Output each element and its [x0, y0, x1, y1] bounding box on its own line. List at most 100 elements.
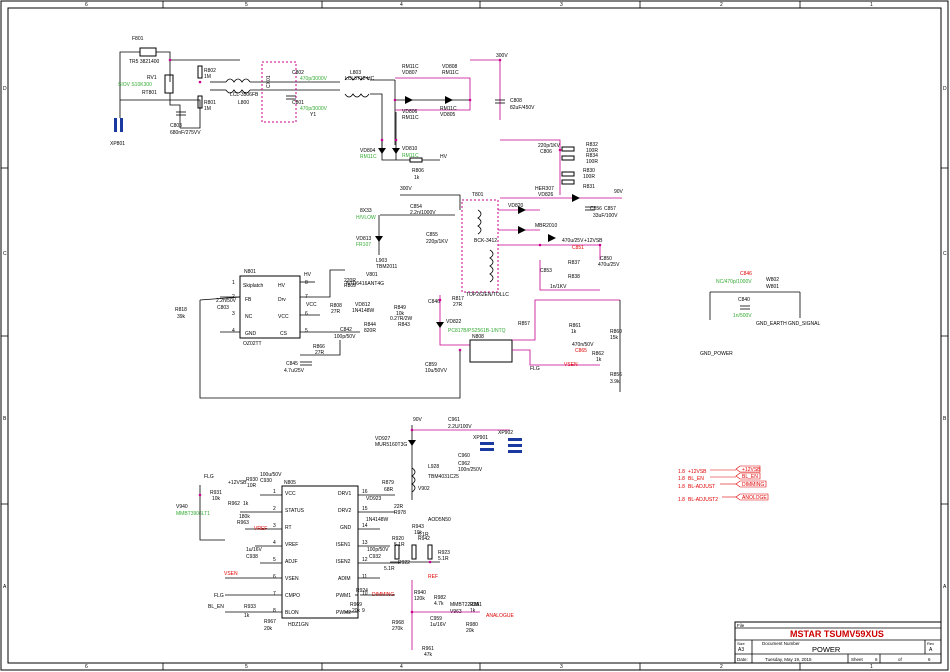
c802-val: 470p/3000V: [300, 76, 328, 82]
schematic-sheet: 6 5 4 3 2 1 6 5 4 3 2 1 D C B A D C B A …: [0, 0, 949, 671]
flg-label: FLG: [530, 366, 540, 372]
r879-ref: R879: [382, 480, 394, 486]
v300b-label: 300V: [400, 186, 412, 192]
resistor-symbol: [427, 544, 433, 560]
connector-pin: [508, 444, 522, 447]
col-label: 1: [870, 664, 873, 670]
c865-ref: C865: [575, 348, 587, 354]
r963-ref: R963: [237, 520, 249, 526]
mbr-part: MBR2010: [535, 223, 557, 229]
c803-val: 680nF/275VV: [170, 130, 201, 136]
sheet-total: 6: [928, 657, 931, 662]
size-label: Size: [737, 641, 746, 646]
vd804-part: RM11C: [360, 154, 377, 160]
gnd-signal-label: GND_SIGNAL: [788, 321, 820, 327]
c855-val: 220p/1KV: [426, 239, 449, 245]
pin-label: ADIM: [338, 576, 351, 582]
pin-label: PWM2: [336, 610, 351, 616]
r978-val: 22R: [394, 504, 404, 510]
vd807-ref: VD807: [402, 70, 418, 76]
diode-symbol: [378, 148, 386, 154]
bck-part: BCK-3412: [474, 238, 497, 244]
r802-val: 1M: [204, 74, 211, 80]
pin-number: 5: [273, 557, 276, 563]
r861-val: 1k: [571, 329, 577, 335]
r962-ref: R962: [228, 501, 240, 507]
c808-val: 82uF/450V: [510, 105, 535, 111]
doc-label: Document Number: [762, 641, 800, 646]
r969-val: 20k: [352, 608, 361, 614]
pin-number: 11: [362, 574, 367, 580]
varistor-part: SIOV S10K300: [118, 82, 152, 88]
resistor-symbol: [561, 171, 575, 177]
analogue-label: ANALOGUE: [486, 613, 514, 619]
r818-ref: R818: [175, 307, 187, 313]
opto-part: PC817B/PS2561B-1/NTQ: [448, 328, 506, 334]
diode-symbol: [436, 322, 444, 328]
date-label: Date:: [737, 657, 748, 662]
fuse-part: TR5 3821400: [129, 59, 160, 65]
pin-number: 1: [232, 280, 235, 286]
c808-ref: C808: [510, 98, 522, 104]
r930-val: 10R: [247, 483, 257, 489]
cx-group-box: [261, 61, 297, 123]
v300-label: 300V: [496, 53, 508, 59]
r801-val: 1M: [204, 106, 211, 112]
connector-pin: [480, 442, 494, 445]
v902-ref: V902: [418, 486, 430, 492]
n801-part: OZ02TT: [243, 341, 262, 347]
c938-ref: C938: [246, 554, 258, 560]
vd822-ref: VD822: [446, 319, 462, 325]
io-pin: 1.8: [678, 476, 685, 482]
r843-ref: R843: [398, 322, 410, 328]
rev-value: A: [929, 647, 933, 653]
pin-number: 8: [305, 280, 308, 286]
pin-label: GND: [245, 331, 257, 337]
vd805-ref: VD805: [440, 112, 456, 118]
pin-label: RT: [285, 525, 292, 531]
n805-right-pins: DRV1 DRV2 GND ISEN1 ISEN2 ADIM PWM1 PWM2…: [336, 489, 368, 616]
vsen-label: VSEN: [564, 362, 578, 368]
vref-label: VREF: [254, 526, 267, 532]
c960-ref: C960: [458, 453, 470, 459]
r830-val: 100R: [583, 174, 595, 180]
c853-val: 1n/1KV: [550, 284, 567, 290]
c930-ref: C930: [260, 478, 272, 484]
r833-ref: 8X33: [360, 208, 372, 214]
row-label: A: [943, 584, 947, 590]
ref-label: REF: [428, 574, 438, 580]
c842-ref: C842: [340, 327, 352, 333]
t801-ref: T801: [472, 192, 484, 198]
c959-val: 1u/16V: [430, 622, 447, 628]
c805-ref: C806: [540, 149, 552, 155]
hvlow-label: H/VLOW: [356, 215, 376, 221]
r856-val: 3.9k: [610, 379, 620, 385]
varistor-ref: RV1: [147, 75, 157, 81]
sheet-title: MSTAR TSUMV59XUS: [790, 629, 884, 639]
r857-ref: R857: [518, 321, 530, 327]
io-dest: ANOLOGE: [742, 495, 767, 501]
vd820-ref: VD820: [508, 203, 524, 209]
pin-number: 13: [362, 540, 368, 546]
pin-number: 4: [232, 328, 235, 334]
c845-ref: C845: [286, 361, 298, 367]
v801-ref: V801: [366, 272, 378, 278]
n805-ref: N805: [284, 480, 296, 486]
pin-label: ADJF: [285, 559, 298, 565]
col-label: 6: [85, 2, 88, 8]
optocoupler-box: [469, 339, 513, 363]
connector-pin: [508, 450, 522, 453]
pin-number: 12: [362, 557, 368, 563]
led-driver-section: N805 HDZ1GN VCC STATUS RT VREF ADJF VSEN…: [176, 417, 522, 658]
r818-val: 39k: [177, 314, 186, 320]
r862-val: 1k: [596, 357, 602, 363]
l803-part: LCL3712-HC: [345, 76, 375, 82]
connector-pin: [480, 448, 494, 451]
l928-part: TBM4031C25: [428, 474, 459, 480]
v12-label: +12VSB: [584, 238, 603, 244]
n801-ref: N801: [244, 269, 256, 275]
xp901-ref: XP901: [473, 435, 488, 441]
c846-ref: C846: [428, 299, 440, 305]
fr107-part: FR107: [356, 242, 371, 248]
col-label: 1: [870, 2, 873, 8]
